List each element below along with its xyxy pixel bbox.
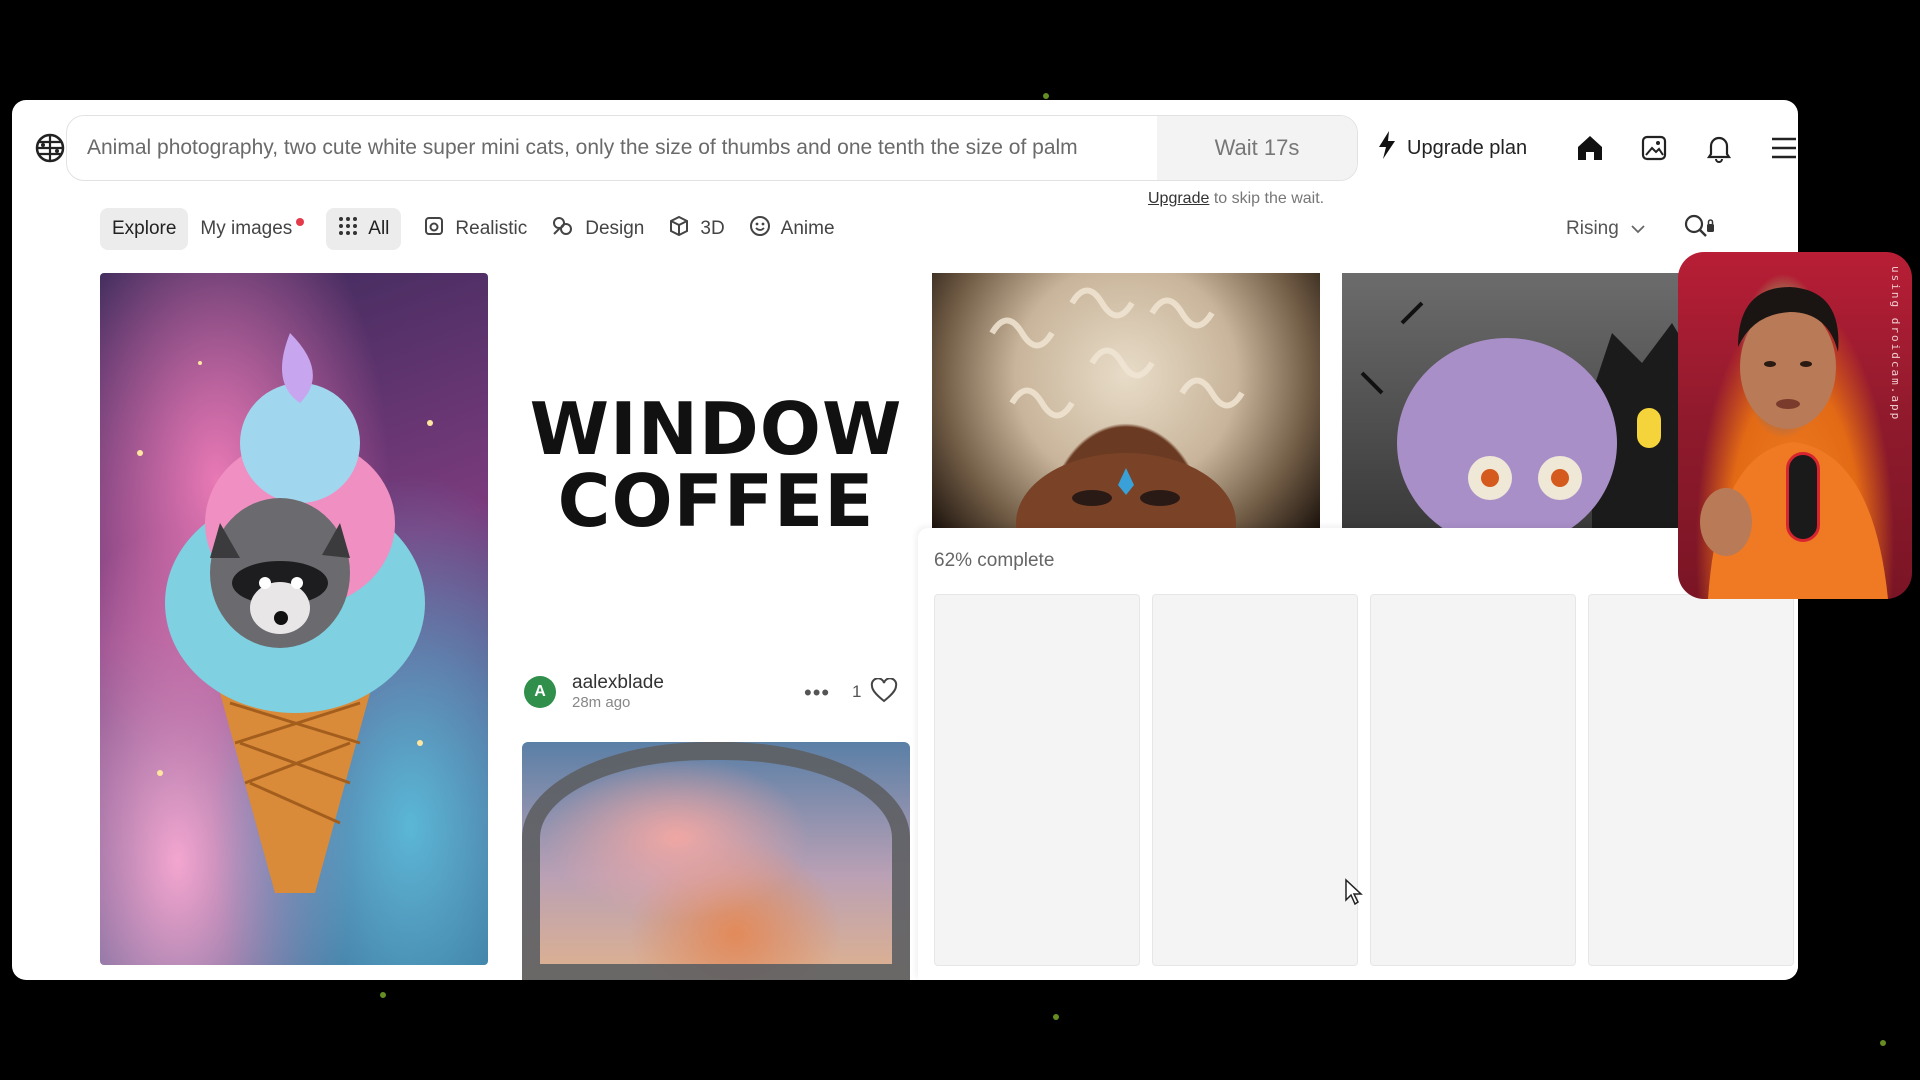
background-dot xyxy=(380,992,386,998)
webcam-watermark: using droidcam.app xyxy=(1889,266,1902,422)
gallery-image-window-coffee[interactable]: WINDOW COFFEE xyxy=(522,273,910,648)
tab-anime-label: Anime xyxy=(780,218,835,239)
camera-icon xyxy=(423,215,445,243)
author-name[interactable]: aalexblade xyxy=(572,672,664,694)
smiley-icon xyxy=(749,215,771,243)
search-icon[interactable] xyxy=(1682,212,1716,247)
webcam-overlay: using droidcam.app xyxy=(1678,252,1912,599)
mouse-cursor-icon xyxy=(1344,878,1364,911)
image-placeholder xyxy=(1152,594,1358,966)
tab-design-label: Design xyxy=(585,218,645,239)
browser-window: Animal photography, two cute white super… xyxy=(12,100,1798,980)
tab-realistic-label: Realistic xyxy=(455,218,528,239)
tab-explore[interactable]: Explore xyxy=(100,208,189,250)
microphone-icon xyxy=(1786,452,1820,542)
tab-my-images[interactable]: My images xyxy=(188,208,316,250)
palette-icon xyxy=(551,215,575,243)
sort-selected: Rising xyxy=(1566,218,1619,239)
bell-icon[interactable] xyxy=(1701,130,1737,166)
upgrade-link[interactable]: Upgrade xyxy=(1148,190,1209,207)
tab-anime[interactable]: Anime xyxy=(737,208,847,250)
gallery-image-zombie-skull[interactable] xyxy=(1342,273,1702,528)
upgrade-plan-button[interactable]: Upgrade plan xyxy=(1377,128,1527,168)
progress-text: 62% complete xyxy=(934,550,1055,571)
menu-icon[interactable] xyxy=(1766,130,1798,166)
background-dot xyxy=(1043,93,1049,99)
logo-line-2: COFFEE xyxy=(557,459,875,543)
wait-button[interactable]: Wait 17s xyxy=(1157,116,1357,180)
gallery-image-raccoon-icecream[interactable] xyxy=(100,273,488,965)
prompt-text[interactable]: Animal photography, two cute white super… xyxy=(87,116,1127,180)
chevron-down-icon xyxy=(1631,218,1645,240)
avatar[interactable]: A xyxy=(524,676,556,708)
heart-icon[interactable] xyxy=(870,677,898,709)
tab-explore-label: Explore xyxy=(112,218,177,239)
tab-realistic[interactable]: Realistic xyxy=(411,208,539,250)
prompt-input[interactable]: Animal photography, two cute white super… xyxy=(66,115,1358,181)
window-coffee-logo: WINDOW COFFEE xyxy=(522,393,910,537)
upgrade-plan-label: Upgrade plan xyxy=(1407,136,1528,159)
author-time: 28m ago xyxy=(572,694,631,711)
background-dot xyxy=(1053,1014,1059,1020)
notification-dot xyxy=(296,218,305,226)
tab-3d-label: 3D xyxy=(700,218,725,239)
tab-all-label: All xyxy=(368,218,390,239)
more-options-icon[interactable]: ••• xyxy=(804,680,830,706)
cube-icon xyxy=(668,215,690,243)
sort-dropdown[interactable]: Rising xyxy=(1566,210,1645,248)
lightning-icon xyxy=(1377,131,1397,165)
background-dot xyxy=(1880,1040,1886,1046)
logo-line-1: WINDOW xyxy=(529,387,903,471)
grid-icon xyxy=(338,216,358,242)
home-icon[interactable] xyxy=(1572,130,1608,166)
tab-design[interactable]: Design xyxy=(539,208,656,250)
like-count: 1 xyxy=(852,682,862,701)
filter-bar: Explore My images All Realistic Design 3… xyxy=(100,208,847,250)
gallery-image-airplane-window[interactable] xyxy=(522,742,910,980)
generation-progress-panel: 62% complete xyxy=(918,528,1798,980)
image-author-row: A aalexblade 28m ago ••• 1 xyxy=(524,672,908,712)
image-placeholder xyxy=(1588,594,1794,966)
gallery-icon[interactable] xyxy=(1636,130,1672,166)
image-placeholder xyxy=(934,594,1140,966)
upgrade-note: Upgrade to skip the wait. xyxy=(1148,190,1324,208)
app-logo-icon[interactable] xyxy=(30,128,70,168)
tab-all[interactable]: All xyxy=(326,208,402,250)
tab-my-images-label: My images xyxy=(200,218,293,239)
gallery-image-medusa[interactable] xyxy=(932,273,1320,528)
upgrade-note-text: to skip the wait. xyxy=(1213,190,1325,207)
tab-3d[interactable]: 3D xyxy=(656,208,736,250)
image-placeholder xyxy=(1370,594,1576,966)
